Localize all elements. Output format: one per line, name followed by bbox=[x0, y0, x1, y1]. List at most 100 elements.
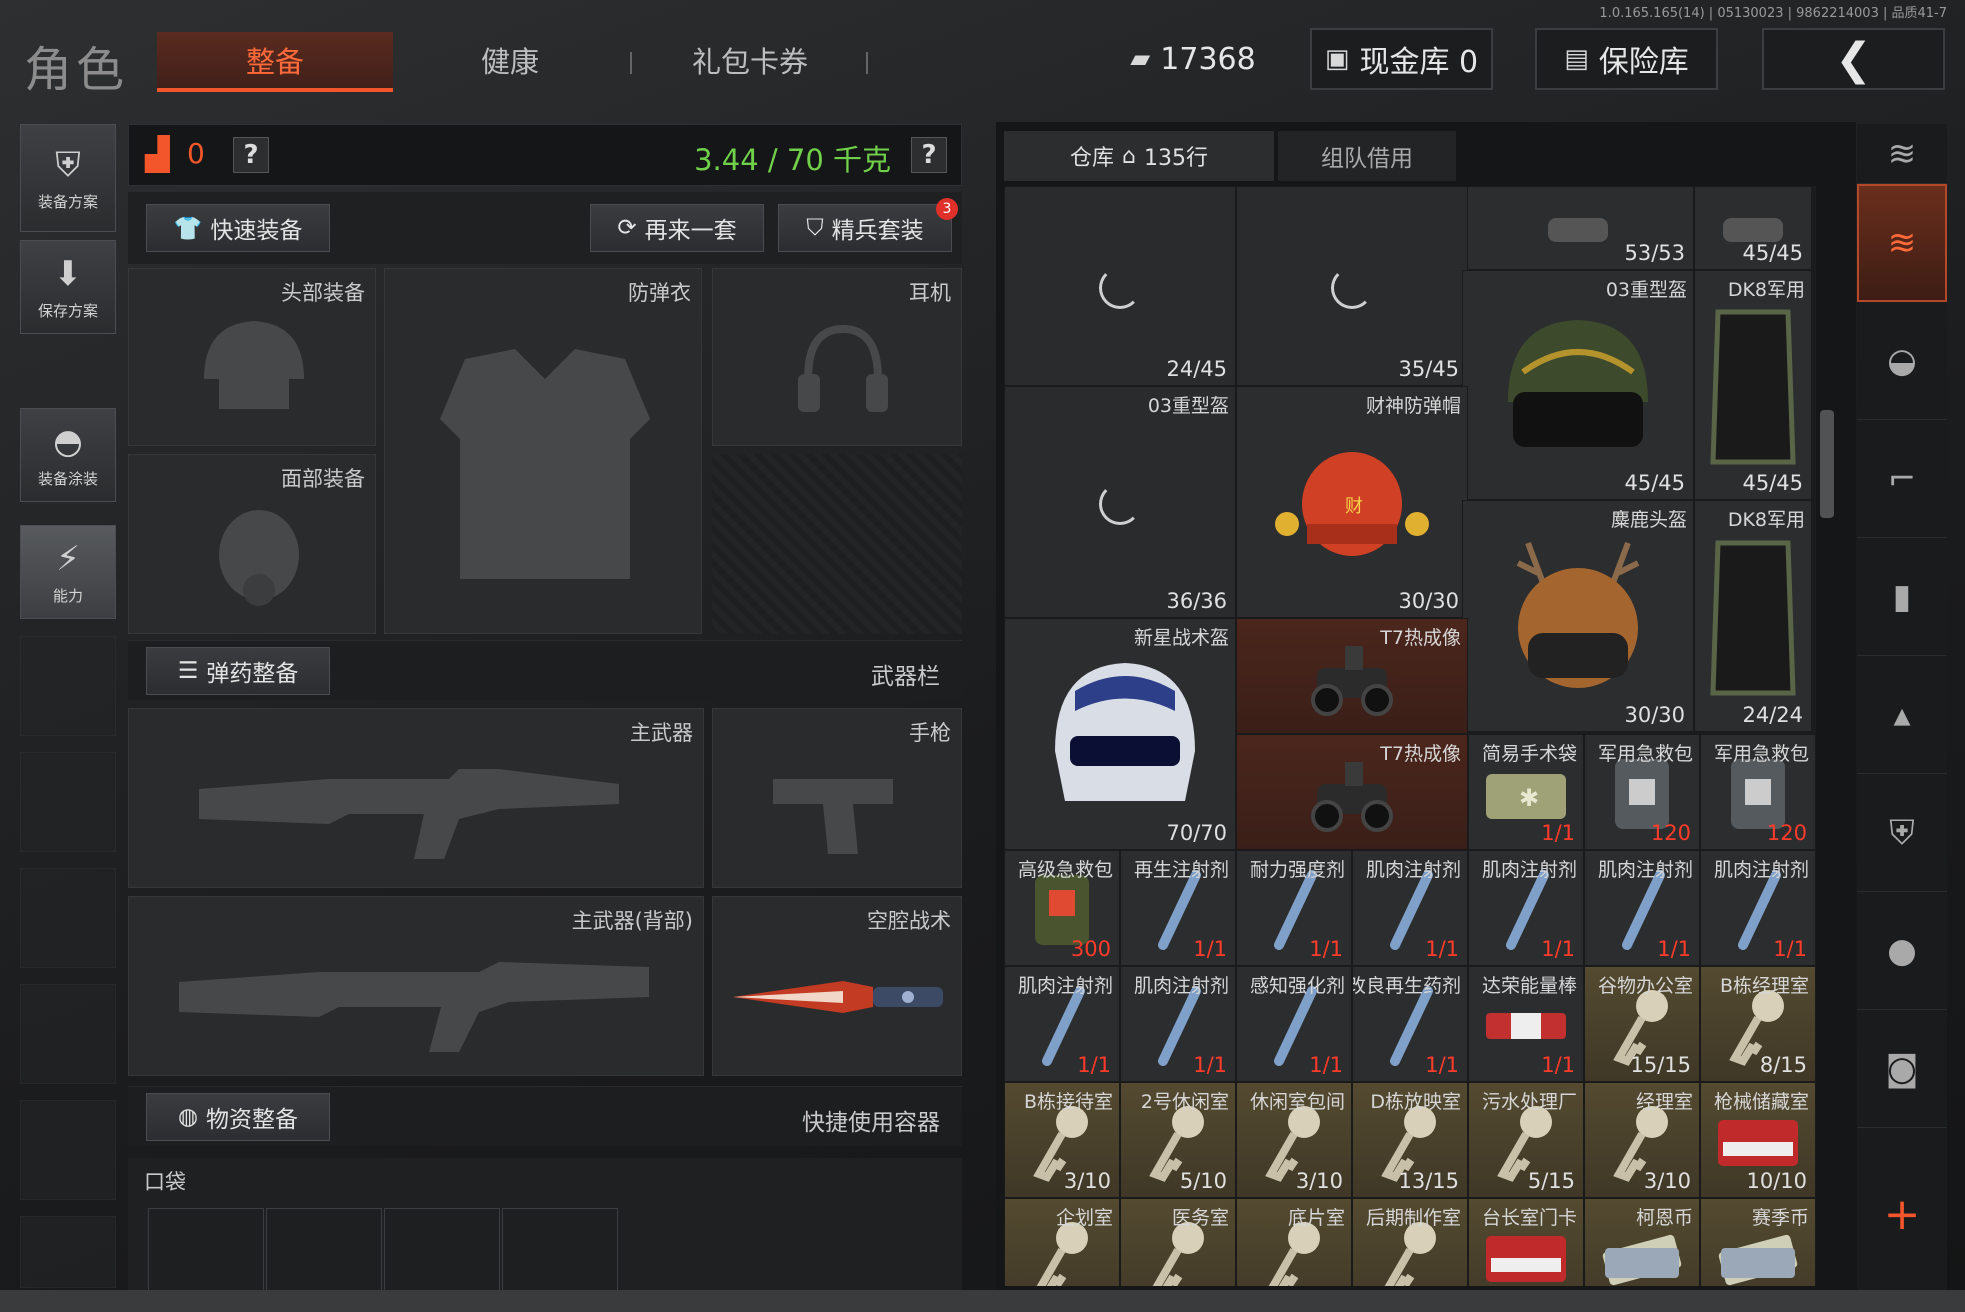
sidebar-ability[interactable]: ⚡ 能力 bbox=[20, 525, 116, 619]
warehouse-item[interactable]: T7热成像 bbox=[1236, 734, 1468, 850]
item-count: 1/1 bbox=[1541, 937, 1575, 961]
warehouse-item[interactable]: 肌肉注射剂 1/1 bbox=[1584, 850, 1700, 966]
again-label: 再来一套 bbox=[644, 218, 737, 244]
knife-icon bbox=[733, 981, 943, 1013]
supply-prep-button[interactable]: ◍ 物资整备 bbox=[146, 1093, 330, 1141]
warehouse-item[interactable]: 肌肉注射剂 1/1 bbox=[1352, 850, 1468, 966]
tab-equip[interactable]: 整备 bbox=[157, 32, 393, 92]
sidebar-label: 保存方案 bbox=[37, 301, 98, 320]
armor-icon[interactable]: ⛨ bbox=[1857, 774, 1947, 892]
sidebar-empty-slot bbox=[20, 868, 116, 968]
warehouse-item[interactable]: 高级急救包 300 bbox=[1004, 850, 1120, 966]
warehouse-item[interactable]: 枪械储藏室 10/10 bbox=[1700, 1082, 1816, 1198]
key-icon bbox=[1585, 990, 1699, 1066]
helmet-icon[interactable]: ◒ bbox=[1857, 302, 1947, 420]
sidebar-equipment-paint[interactable]: ◓ 装备涂装 bbox=[20, 408, 116, 502]
warehouse-item[interactable]: 03重型盔 45/45 bbox=[1462, 270, 1694, 500]
warehouse-item[interactable]: 53/53 bbox=[1462, 186, 1694, 270]
warehouse-item[interactable]: D栋放映室 13/15 bbox=[1352, 1082, 1468, 1198]
rifle-icon[interactable]: ⌐ bbox=[1857, 420, 1947, 538]
warehouse-item[interactable]: ✱ 简易手术袋 1/1 bbox=[1468, 734, 1584, 850]
slot-head[interactable]: 头部装备 bbox=[128, 268, 376, 446]
slot-primary-back[interactable]: 主武器(背部) bbox=[128, 896, 704, 1076]
page-title: 角色 bbox=[24, 42, 129, 98]
warehouse-item[interactable]: 35/45 bbox=[1236, 186, 1468, 386]
slot-primary-weapon[interactable]: 主武器 bbox=[128, 708, 704, 888]
warehouse-item[interactable]: 麋鹿头盔 30/30 bbox=[1462, 500, 1694, 732]
again-button[interactable]: ⟳ 再来一套 bbox=[590, 204, 764, 252]
scrollbar[interactable] bbox=[1820, 410, 1834, 518]
locked-slot bbox=[712, 454, 962, 634]
warehouse-item[interactable]: 肌肉注射剂 1/1 bbox=[1700, 850, 1816, 966]
inj-icon bbox=[1353, 870, 1467, 950]
safe-box-button[interactable]: ▤ 保险库 bbox=[1535, 28, 1718, 90]
key-icon bbox=[1353, 1106, 1467, 1182]
warehouse-item[interactable]: 财 财神防弹帽 30/30 bbox=[1236, 386, 1468, 618]
sidebar-save-plan[interactable]: ⬇ 保存方案 bbox=[20, 240, 116, 334]
elite-label: 精兵套装 bbox=[831, 218, 924, 244]
warehouse-item[interactable]: 耐力强度剂 1/1 bbox=[1236, 850, 1352, 966]
ammo-prep-button[interactable]: ☰ 弹药整备 bbox=[146, 647, 330, 695]
key-icon bbox=[1237, 1106, 1351, 1182]
key-icon bbox=[1585, 1106, 1699, 1182]
sidebar-loadout-plan[interactable]: ⛨ 装备方案 bbox=[20, 124, 116, 232]
slot-earphone[interactable]: 耳机 bbox=[712, 268, 962, 446]
warehouse-item[interactable]: 污水处理厂 5/15 bbox=[1468, 1082, 1584, 1198]
slot-tactical[interactable]: 空腔战术 bbox=[712, 896, 962, 1076]
warehouse-item[interactable]: 医务室 bbox=[1120, 1198, 1236, 1286]
warehouse-item[interactable]: 肌肉注射剂 1/1 bbox=[1120, 966, 1236, 1082]
hat-stack-icon[interactable]: ≋ bbox=[1857, 184, 1947, 302]
slot-armor[interactable]: 防弹衣 bbox=[384, 268, 702, 634]
warehouse-item[interactable]: 改良再生药剂 1/1 bbox=[1352, 966, 1468, 1082]
warehouse-item[interactable]: 肌肉注射剂 1/1 bbox=[1468, 850, 1584, 966]
warehouse-item[interactable]: 休闲室包间 3/10 bbox=[1236, 1082, 1352, 1198]
slot-pistol[interactable]: 手枪 bbox=[712, 708, 962, 888]
warehouse-item[interactable]: 达荣能量棒 1/1 bbox=[1468, 966, 1584, 1082]
warehouse-item[interactable]: 柯恩币 bbox=[1584, 1198, 1700, 1286]
back-button[interactable]: ❮ bbox=[1762, 28, 1945, 90]
elite-set-button[interactable]: ⛉ 精兵套装 bbox=[778, 204, 952, 252]
warehouse-item[interactable]: 再生注射剂 1/1 bbox=[1120, 850, 1236, 966]
warehouse-item[interactable]: 后期制作室 bbox=[1352, 1198, 1468, 1286]
warehouse-item[interactable]: 军用急救包 120 bbox=[1700, 734, 1816, 850]
warehouse-item[interactable]: 底片室 bbox=[1236, 1198, 1352, 1286]
warehouse-item[interactable]: 03重型盔 36/36 bbox=[1004, 386, 1236, 618]
magazine-icon[interactable]: ▮ bbox=[1857, 538, 1947, 656]
warehouse-item[interactable]: DK8军用 45/45 bbox=[1694, 270, 1812, 500]
loadout-header: ▟ 0 ? 3.44 / 70 千克 ? bbox=[128, 124, 962, 186]
warehouse-item[interactable]: 新星战术盔 70/70 bbox=[1004, 618, 1236, 850]
warehouse-item[interactable]: 感知强化剂 1/1 bbox=[1236, 966, 1352, 1082]
help-icon[interactable]: ? bbox=[233, 137, 269, 173]
quick-equip-button[interactable]: 👕 快速装备 bbox=[146, 204, 330, 252]
tab-warehouse[interactable]: 仓库 ⌂ 135行 bbox=[1004, 131, 1274, 181]
tab-health[interactable]: 健康 bbox=[430, 32, 590, 92]
warehouse-item[interactable]: 2号休闲室 5/10 bbox=[1120, 1082, 1236, 1198]
warehouse-item[interactable]: 45/45 bbox=[1694, 186, 1812, 270]
cup-icon[interactable]: ◙ bbox=[1857, 1010, 1947, 1128]
warehouse-item[interactable]: B栋经理室 8/15 bbox=[1700, 966, 1816, 1082]
hat-stack-icon[interactable]: ≋ bbox=[1857, 124, 1947, 184]
thermal-icon bbox=[1237, 761, 1467, 832]
warehouse-item[interactable]: 军用急救包 120 bbox=[1584, 734, 1700, 850]
warehouse-item[interactable]: T7热成像 bbox=[1236, 618, 1468, 734]
warehouse-item[interactable]: 谷物办公室 15/15 bbox=[1584, 966, 1700, 1082]
grenade-icon[interactable]: ● bbox=[1857, 892, 1947, 1010]
warehouse-item[interactable]: 企划室 bbox=[1004, 1198, 1120, 1286]
tab-gift-cards[interactable]: 礼包卡券 bbox=[670, 32, 830, 92]
adv-icon bbox=[1005, 875, 1119, 945]
warehouse-item[interactable]: 赛季币 bbox=[1700, 1198, 1816, 1286]
item-count: 1/1 bbox=[1541, 1053, 1575, 1077]
warehouse-item[interactable]: 经理室 3/10 bbox=[1584, 1082, 1700, 1198]
warehouse-item[interactable]: 24/45 bbox=[1004, 186, 1236, 386]
cash-vault-button[interactable]: ▣ 现金库 0 bbox=[1310, 28, 1493, 90]
weight-help-icon[interactable]: ? bbox=[911, 137, 947, 173]
slot-face[interactable]: 面部装备 bbox=[128, 454, 376, 634]
plus-icon[interactable]: + bbox=[1857, 1184, 1947, 1244]
warehouse-item[interactable]: DK8军用 24/24 bbox=[1694, 500, 1812, 732]
warehouse-item[interactable]: 台长室门卡 bbox=[1468, 1198, 1584, 1286]
warehouse-item[interactable]: 肌肉注射剂 1/1 bbox=[1004, 966, 1120, 1082]
tab-team-borrow[interactable]: 组队借用 bbox=[1278, 131, 1456, 181]
warehouse-item[interactable]: B栋接待室 3/10 bbox=[1004, 1082, 1120, 1198]
bullet-icon[interactable]: ▴ bbox=[1857, 656, 1947, 774]
notification-badge: 3 bbox=[936, 198, 958, 220]
